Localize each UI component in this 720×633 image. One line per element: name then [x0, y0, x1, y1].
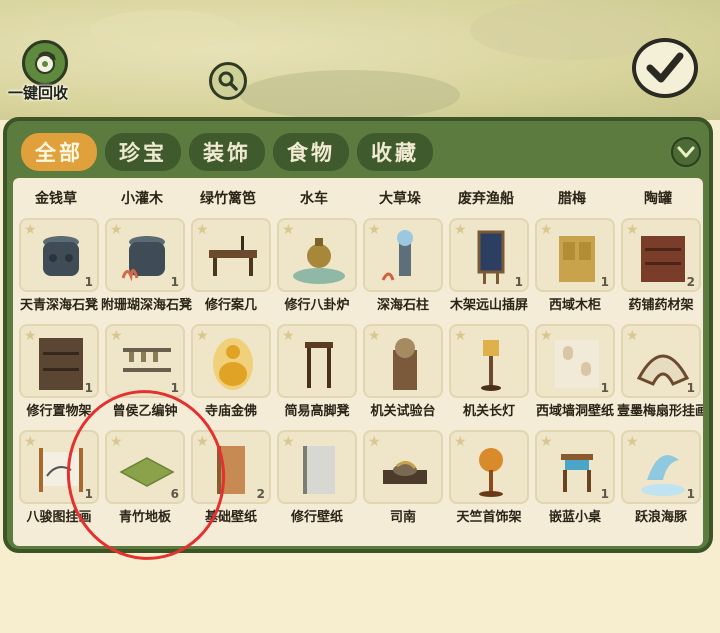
item-card[interactable]: ★	[363, 430, 443, 504]
stool-coral-icon	[121, 236, 165, 282]
item-label: 西域墙洞壁纸	[535, 404, 614, 419]
item-label: 废弃渔船	[458, 191, 514, 207]
item-label: 修行壁纸	[290, 510, 343, 525]
item-label: 绿竹篱笆	[200, 191, 256, 207]
item-label: 修行案几	[204, 298, 257, 313]
item-card[interactable]: ★	[191, 218, 271, 292]
item-card[interactable]: ★ 1	[19, 324, 99, 398]
small-table-icon	[561, 454, 593, 492]
item-count: 2	[256, 487, 265, 501]
item-card[interactable]: ★ 1	[19, 218, 99, 292]
item-card[interactable]: ★	[449, 430, 529, 504]
item-label: 木架远山插屏	[449, 298, 528, 313]
item-label: 修行八卦炉	[284, 298, 350, 313]
item-count: 2	[686, 275, 695, 289]
chevron-down-icon	[677, 146, 695, 158]
lamp-icon	[481, 340, 501, 391]
item-label: 西域木柜	[548, 298, 601, 313]
tab-decoration[interactable]: 装饰	[189, 133, 265, 171]
item-label: 司南	[389, 510, 416, 525]
item-label: 大草垛	[379, 191, 421, 207]
wallpaper-grey-icon	[303, 446, 335, 494]
tab-collection[interactable]: 收藏	[357, 133, 433, 171]
item-count: 1	[600, 381, 609, 395]
item-card[interactable]: ★	[277, 218, 357, 292]
screen-icon	[477, 230, 505, 284]
item-label: 壹墨梅扇形挂画	[617, 404, 703, 419]
compass-icon	[383, 461, 427, 484]
bells-icon	[123, 348, 171, 372]
furnace-icon	[293, 238, 345, 284]
item-label: 深海石柱	[376, 298, 429, 313]
item-card[interactable]: ★ 1	[449, 218, 529, 292]
category-tabs: 全部 珍宝 装饰 食物 收藏	[21, 133, 433, 171]
shelf-dark-icon	[39, 338, 83, 390]
background-wash	[90, 10, 240, 50]
item-label: 简易高脚凳	[284, 404, 350, 419]
machine-icon	[393, 338, 417, 390]
item-card[interactable]: ★ 2	[621, 218, 701, 292]
item-count: 1	[600, 275, 609, 289]
item-label: 跃浪海豚	[634, 510, 687, 525]
item-card[interactable]: ★	[449, 324, 529, 398]
recycle-label: 一键回收	[8, 84, 69, 102]
background-scene	[0, 0, 720, 120]
item-label: 金钱草	[35, 191, 77, 207]
buddha-icon	[213, 338, 253, 390]
tab-treasure[interactable]: 珍宝	[105, 133, 181, 171]
item-label: 嵌蓝小桌	[548, 510, 601, 525]
jewelry-stand-icon	[479, 448, 503, 497]
search-icon	[218, 71, 238, 91]
item-card[interactable]: ★	[277, 324, 357, 398]
item-label: 天青深海石凳	[19, 298, 98, 313]
tab-food[interactable]: 食物	[273, 133, 349, 171]
item-card[interactable]: ★	[191, 324, 271, 398]
partial-row: 金钱草 小灌木 绿竹篱笆 水车 大草垛 废弃渔船 腊梅 陶罐	[13, 178, 703, 216]
item-card[interactable]: ★ 1	[621, 324, 701, 398]
item-count: 1	[84, 275, 93, 289]
high-stool-icon	[305, 342, 333, 388]
item-count: 1	[170, 381, 179, 395]
item-label: 水车	[300, 191, 328, 207]
desk-icon	[209, 236, 257, 276]
item-count: 1	[514, 275, 523, 289]
collapse-button[interactable]	[671, 137, 701, 167]
search-button[interactable]	[209, 62, 247, 100]
item-card[interactable]: ★ 1	[535, 324, 615, 398]
cabinet-icon	[559, 236, 595, 282]
item-card[interactable]: ★	[277, 430, 357, 504]
shelf-icon	[641, 236, 685, 282]
item-label: 附珊瑚深海石凳	[101, 298, 193, 313]
item-count: 1	[686, 381, 695, 395]
item-count: 1	[600, 487, 609, 501]
dolphin-icon	[641, 455, 685, 496]
item-count: 1	[170, 275, 179, 289]
background-wash	[240, 70, 460, 120]
recycle-button[interactable]	[22, 40, 68, 86]
fan-painting-icon	[636, 354, 690, 386]
item-card[interactable]: ★ 1	[105, 324, 185, 398]
pillar-blue-icon	[381, 230, 413, 281]
recycle-icon	[35, 51, 56, 74]
item-label: 药铺药材架	[628, 298, 694, 313]
item-label: 小灌木	[121, 191, 163, 207]
tab-all[interactable]: 全部	[21, 133, 97, 171]
stool-dark-icon	[43, 236, 79, 276]
item-count: 1	[686, 487, 695, 501]
check-icon	[646, 52, 684, 83]
item-label: 腊梅	[558, 191, 586, 207]
item-count: 1	[84, 381, 93, 395]
confirm-button[interactable]	[632, 38, 698, 98]
item-card[interactable]: ★ 1	[535, 430, 615, 504]
item-card[interactable]: ★ 1	[621, 430, 701, 504]
item-card[interactable]: ★ 1	[535, 218, 615, 292]
item-card[interactable]: ★	[363, 218, 443, 292]
item-card[interactable]: ★ 1	[105, 218, 185, 292]
item-card[interactable]: ★	[363, 324, 443, 398]
item-label: 天竺首饰架	[456, 510, 522, 525]
item-label: 陶罐	[644, 191, 672, 207]
wall-niche-icon	[555, 340, 599, 388]
item-label: 机关试验台	[370, 404, 436, 419]
item-label: 机关长灯	[462, 404, 515, 419]
